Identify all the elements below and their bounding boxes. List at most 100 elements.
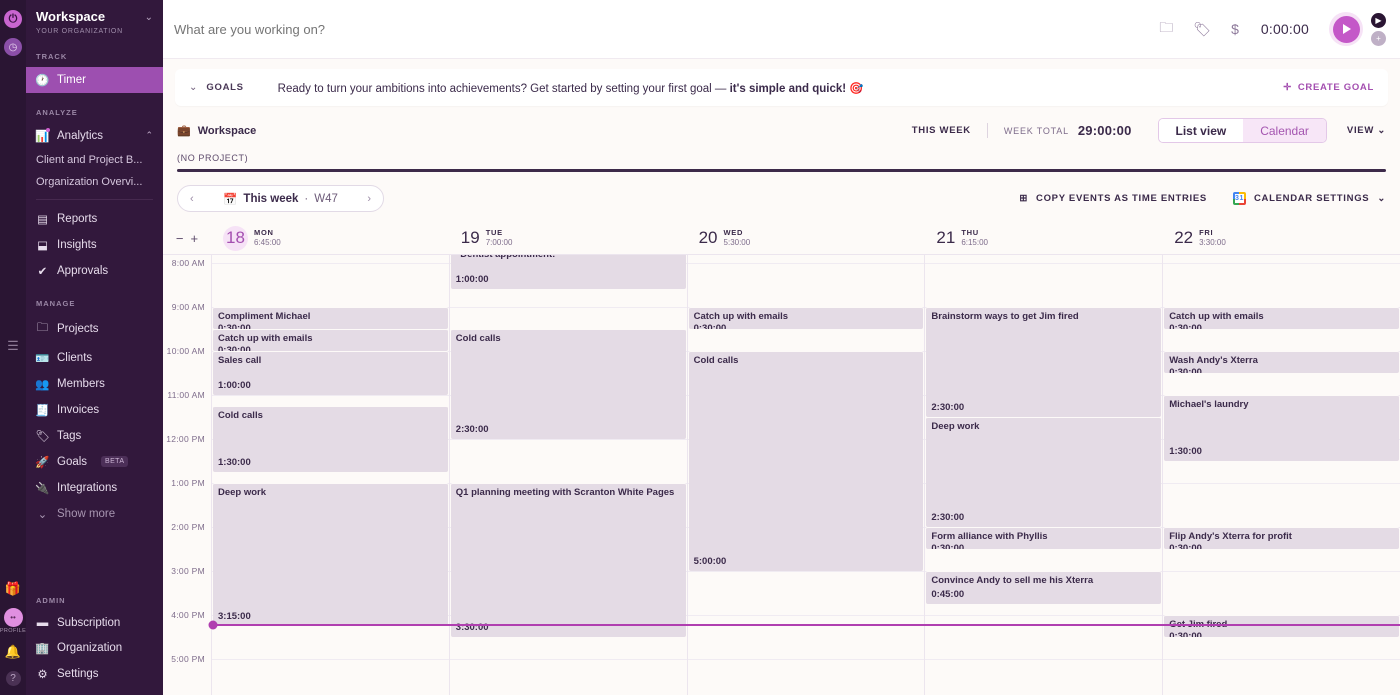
day-header-mon[interactable]: 18 MON 6:45:00 (211, 225, 449, 251)
chevron-up-icon[interactable]: ⌃ (145, 130, 153, 141)
calendar-event[interactable]: Catch up with emails 0:30:00 (688, 307, 924, 329)
calendar-event[interactable]: Deep work 2:30:00 (926, 417, 1162, 527)
calendar-event[interactable]: Compliment Michael 0:30:00 (213, 307, 448, 329)
calendar-event[interactable]: Cold calls 5:00:00 (688, 351, 924, 571)
tab-list-view[interactable]: List view (1158, 119, 1244, 142)
chevron-down-icon[interactable]: ⌄ (145, 12, 153, 23)
day-header-wed[interactable]: 20 WED 5:30:00 (687, 228, 925, 248)
calendar-event[interactable]: Get Jim fired0:30:00 (1164, 615, 1399, 637)
sidebar-item-show-more[interactable]: ⌄ Show more (26, 501, 163, 527)
day-column-mon[interactable]: Compliment Michael 0:30:00 Catch up with e… (211, 255, 449, 695)
chevron-down-icon[interactable]: ⌄ (1377, 193, 1386, 204)
calendar-event[interactable]: Convince Andy to sell me his Xterra 0:45:… (926, 571, 1162, 604)
dollar-icon[interactable]: $ (1231, 21, 1239, 37)
hour-gridline (449, 659, 687, 660)
sidebar-item-organization-overview[interactable]: Organization Overvi... (26, 171, 163, 193)
day-column-wed[interactable]: Catch up with emails 0:30:00 Cold calls 5:0… (686, 255, 925, 695)
section-label-analyze: ANALYZE (36, 107, 78, 117)
sidebar-item-label: Subscription (57, 617, 121, 629)
sidebar-item-clients[interactable]: 🪪 Clients (26, 345, 163, 371)
day-header-thu[interactable]: 21 THU 6:15:00 (924, 228, 1162, 248)
search-input[interactable] (174, 21, 1140, 37)
sidebar-item-client-project-b[interactable]: Client and Project B... (26, 149, 163, 171)
day-column-tue[interactable]: "Dentist appointment: 1:00:00 Cold calls 2:… (448, 255, 687, 695)
day-header-tue[interactable]: 19 TUE 7:00:00 (449, 228, 687, 248)
sidebar-item-subscription[interactable]: ▬ Subscription (26, 611, 163, 635)
day-column-fri[interactable]: Catch up with emails 0:30:00 Wash Andy's X… (1162, 255, 1400, 695)
avatar[interactable]: •• (3, 608, 23, 627)
time-label: 5:00 PM (171, 654, 205, 664)
hour-gridline (449, 307, 687, 308)
sidebar-item-integrations[interactable]: 🔌 Integrations (26, 475, 163, 501)
collapse-sidebar-icon[interactable]: ☰ (7, 338, 19, 354)
gift-icon[interactable]: 🎁 (5, 581, 21, 597)
view-menu-button[interactable]: VIEW ⌄ (1347, 125, 1386, 136)
sidebar-item-label: Invoices (57, 403, 100, 416)
mini-play-icon[interactable]: ▶ (1371, 12, 1386, 28)
section-label-manage: MANAGE (36, 298, 76, 308)
event-duration: 0:30:00 (1169, 367, 1202, 373)
sidebar-item-members[interactable]: 👥 Members (26, 371, 163, 397)
calendar-event[interactable]: Q1 planning meeting with Scranton White … (450, 483, 686, 637)
calendar-event[interactable]: Michael's laundry 1:30:00 (1164, 395, 1399, 461)
event-duration: 0:30:00 (931, 543, 965, 549)
calendar-event[interactable]: Wash Andy's Xterra 0:30:00 (1164, 351, 1399, 373)
sidebar-item-invoices[interactable]: 🧾 Invoices (26, 397, 163, 423)
bell-icon[interactable]: 🔔 (5, 644, 21, 660)
folder-icon[interactable]: 🗀 (1159, 17, 1173, 41)
workspace-chip[interactable]: 💼 Workspace (177, 124, 256, 138)
start-timer-button[interactable] (1329, 12, 1363, 46)
zoom-in-icon[interactable]: + (191, 231, 199, 246)
week-label: This week (243, 192, 299, 205)
sidebar-item-reports[interactable]: ▤ Reports (26, 206, 163, 232)
tag-icon: 🏷 (35, 430, 50, 443)
event-duration: 0:30:00 (1169, 631, 1202, 637)
chevron-down-icon[interactable]: ⌄ (189, 82, 197, 93)
workspace-switcher[interactable]: Workspace YOUR ORGANIZATION ⌄ (26, 0, 163, 37)
tab-calendar-view[interactable]: Calendar (1243, 119, 1326, 142)
sidebar-item-tags[interactable]: 🏷 Tags (26, 423, 163, 449)
sidebar-item-insights[interactable]: ⬓ Insights (26, 232, 163, 258)
calendar-event[interactable]: Deep work 3:15:00 (213, 483, 448, 626)
clock-logo-icon[interactable]: ◷ (4, 38, 22, 56)
day-header-fri[interactable]: 22 FRI 3:30:00 (1162, 228, 1400, 248)
event-duration: 2:30:00 (931, 511, 965, 523)
hour-gridline (1163, 659, 1400, 660)
week-navigation: ‹ 📅 This week · W47 › ⊞ COPY EVENTS AS T… (163, 172, 1400, 212)
sidebar-item-approvals[interactable]: ✔ Approvals (26, 258, 163, 284)
calendar-event[interactable]: Catch up with emails 0:30:00 (1164, 307, 1399, 329)
tag-icon[interactable]: 🏷 (1193, 21, 1211, 38)
calendar-event[interactable]: Flip Andy's Xterra for profit 0:30:00 (1164, 527, 1399, 549)
calendar-event[interactable]: "Dentist appointment: 1:00:00 (450, 255, 686, 290)
sidebar-item-projects[interactable]: 🗀 Projects (26, 314, 163, 345)
briefcase-icon: 💼 (177, 125, 191, 137)
zoom-out-icon[interactable]: − (176, 231, 184, 246)
google-calendar-icon: 31 (1232, 192, 1246, 205)
calendar-event[interactable]: Catch up with emails 0:30:00 (213, 329, 448, 351)
day-total: 6:15:00 (961, 237, 989, 247)
calendar-settings-button[interactable]: 31 CALENDAR SETTINGS ⌄ (1232, 192, 1386, 205)
calendar-grid[interactable]: 8:00 AM 9:00 AM 10:00 AM 11:00 AM 12:00 PM 1:… (163, 254, 1400, 695)
calendar-event[interactable]: Form alliance with Phyllis 0:30:00 (926, 527, 1162, 549)
help-icon[interactable]: ? (5, 671, 21, 686)
week-picker[interactable]: ‹ 📅 This week · W47 › (177, 185, 384, 212)
calendar-event[interactable]: Cold calls 2:30:00 (450, 329, 686, 439)
time-label: 9:00 AM (171, 302, 205, 312)
sidebar-item-label: Timer (57, 73, 86, 86)
mini-add-icon[interactable]: + (1371, 30, 1386, 46)
power-logo-icon[interactable]: ⏻ (4, 10, 22, 28)
sidebar-item-timer[interactable]: 🕐 Timer (26, 66, 163, 93)
calendar-event[interactable]: Cold calls 1:30:00 (213, 406, 448, 472)
sidebar-item-goals[interactable]: 🚀 Goals BETA (26, 449, 163, 475)
event-duration: 0:30:00 (693, 323, 727, 329)
event-title: Deep work (931, 421, 980, 432)
day-column-thu[interactable]: Brainstorm ways to get Jim fired 2:30:00 D… (924, 255, 1163, 695)
sidebar-item-analytics[interactable]: 📊 Analytics ⌃ (26, 123, 163, 149)
create-goal-button[interactable]: ✛ CREATE GOAL (1283, 82, 1374, 93)
copy-events-button[interactable]: ⊞ COPY EVENTS AS TIME ENTRIES (1019, 193, 1207, 204)
calendar-event[interactable]: Brainstorm ways to get Jim fired 2:30:00 (926, 307, 1162, 417)
calendar-event[interactable]: Sales call 1:00:00 (213, 351, 448, 395)
sidebar-item-organization[interactable]: 🏢 Organization (26, 635, 163, 661)
chevron-right-icon[interactable]: › (367, 193, 371, 205)
sidebar-item-settings[interactable]: ⚙ Settings (26, 661, 163, 687)
